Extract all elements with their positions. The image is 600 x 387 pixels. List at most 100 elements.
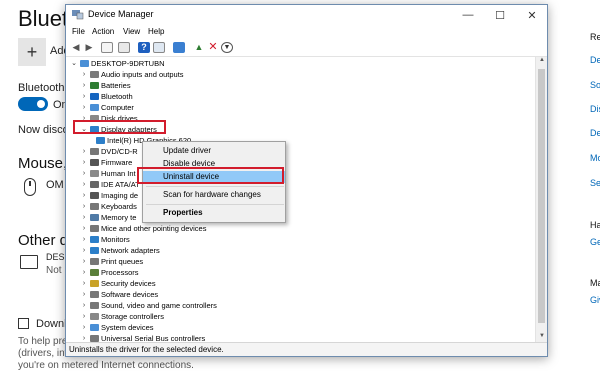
tree-item-label: Keyboards: [101, 202, 137, 211]
menu-item-scan-hardware[interactable]: Scan for hardware changes: [143, 189, 285, 201]
download-metered-checkbox[interactable]: [18, 318, 29, 329]
display-icon: [96, 137, 105, 144]
chevron-right-icon[interactable]: ›: [80, 157, 88, 168]
help-text-line-3: you're on metered Internet connections.: [18, 360, 194, 371]
chevron-right-icon[interactable]: ›: [80, 322, 88, 333]
help-icon[interactable]: ?: [138, 42, 150, 53]
chevron-right-icon[interactable]: ›: [80, 300, 88, 311]
chevron-right-icon[interactable]: ›: [80, 223, 88, 234]
get-help-link[interactable]: Ge: [590, 237, 600, 247]
chevron-right-icon[interactable]: ›: [80, 102, 88, 113]
storage-icon: [90, 313, 99, 320]
other-device-status: Not: [46, 265, 62, 276]
tree-item-label: Imaging de: [101, 191, 139, 200]
chevron-right-icon[interactable]: ›: [80, 289, 88, 300]
status-bar: Uninstalls the driver for the selected d…: [66, 342, 547, 356]
related-link-4[interactable]: De: [590, 128, 600, 138]
chevron-right-icon[interactable]: ›: [80, 190, 88, 201]
menu-item-properties[interactable]: Properties: [143, 207, 285, 219]
computer-icon: [90, 104, 99, 111]
chevron-right-icon[interactable]: ›: [80, 201, 88, 212]
scroll-up-arrow-icon[interactable]: ▲: [536, 57, 548, 67]
bluetooth-icon: [90, 93, 99, 100]
chevron-right-icon[interactable]: ›: [80, 146, 88, 157]
update-driver-icon[interactable]: [153, 42, 165, 53]
system-icon: [90, 324, 99, 331]
menu-help[interactable]: Help: [148, 27, 164, 36]
tree-item-label: Print queues: [101, 257, 144, 266]
sound-icon: [90, 302, 99, 309]
scroll-thumb[interactable]: [538, 69, 545, 323]
mouse-icon: [24, 178, 36, 196]
chevron-right-icon[interactable]: ›: [80, 91, 88, 102]
related-link-3[interactable]: Dis: [590, 104, 600, 114]
show-hidden-icon[interactable]: [118, 42, 130, 53]
tree-item-label: Processors: [101, 268, 139, 277]
other-device-name: DESI: [46, 252, 68, 262]
printer-icon: [90, 258, 99, 265]
close-button[interactable]: ✕: [516, 5, 548, 25]
chevron-right-icon[interactable]: ›: [80, 69, 88, 80]
maximize-button[interactable]: ☐: [484, 5, 516, 25]
chevron-right-icon[interactable]: ›: [80, 212, 88, 223]
tree-item-label: Computer: [101, 103, 134, 112]
related-link-5[interactable]: Mo: [590, 153, 600, 163]
processor-icon: [90, 269, 99, 276]
chevron-right-icon[interactable]: ›: [80, 80, 88, 91]
help-heading: Ha: [590, 220, 600, 230]
make-better-heading: Ma: [590, 278, 600, 288]
chevron-right-icon[interactable]: ›: [80, 234, 88, 245]
menu-view[interactable]: View: [123, 27, 140, 36]
add-device-button[interactable]: +: [18, 38, 46, 66]
properties-icon[interactable]: [101, 42, 113, 53]
forward-arrow-icon[interactable]: ▶: [83, 42, 95, 53]
network-icon: [90, 247, 99, 254]
toolbar: ◀ ▶ ? ▲ ✕ ▼: [66, 39, 547, 57]
security-icon: [90, 280, 99, 287]
chevron-right-icon[interactable]: ›: [80, 256, 88, 267]
bluetooth-toggle[interactable]: [18, 97, 48, 111]
device-tree[interactable]: ⌄ DESKTOP-9DRTUBN › Audio inputs and outp…: [66, 57, 536, 343]
menu-item-update-driver[interactable]: Update driver: [143, 145, 285, 157]
feedback-link[interactable]: Giv: [590, 295, 600, 305]
tree-item-label: Firmware: [101, 158, 133, 167]
related-settings-heading: Re: [590, 32, 600, 42]
tree-item-label: Mice and other pointing devices: [101, 224, 207, 233]
back-arrow-icon[interactable]: ◀: [70, 42, 82, 53]
uninstall-x-icon[interactable]: ✕: [207, 42, 219, 53]
menu-action[interactable]: Action: [92, 27, 114, 36]
chevron-right-icon[interactable]: ›: [80, 311, 88, 322]
chevron-right-icon[interactable]: ›: [80, 168, 88, 179]
uninstall-highlight: [137, 167, 284, 184]
tree-item-label: Storage controllers: [101, 312, 164, 321]
related-link-2[interactable]: So: [590, 80, 600, 90]
tree-item-label: IDE ATA/AT: [101, 180, 140, 189]
vertical-scrollbar[interactable]: ▲ ▼: [535, 57, 547, 343]
dvd-icon: [90, 148, 99, 155]
monitor-icon: [90, 236, 99, 243]
battery-icon: [90, 82, 99, 89]
enable-device-icon[interactable]: ▲: [193, 42, 205, 53]
chevron-right-icon[interactable]: ›: [80, 267, 88, 278]
minimize-button[interactable]: —: [452, 5, 484, 25]
software-icon: [90, 291, 99, 298]
tree-item-label: Human Int: [101, 169, 136, 178]
device-manager-icon: [72, 10, 84, 20]
tree-item-label: Sound, video and game controllers: [101, 301, 217, 310]
chevron-right-icon[interactable]: ›: [80, 278, 88, 289]
related-link-6[interactable]: Se: [590, 178, 600, 188]
menu-file[interactable]: File: [72, 27, 85, 36]
tree-item-label: Network adapters: [101, 246, 160, 255]
menu-separator: [146, 204, 284, 205]
related-link-1[interactable]: De: [590, 55, 600, 65]
chevron-right-icon[interactable]: ›: [80, 179, 88, 190]
chevron-down-icon[interactable]: ⌄: [70, 58, 78, 69]
tree-item-label: Audio inputs and outputs: [101, 70, 184, 79]
display-monitor-icon[interactable]: [173, 42, 185, 53]
chevron-right-icon[interactable]: ›: [80, 245, 88, 256]
display-adapters-highlight: [73, 120, 166, 134]
title-bar[interactable]: Device Manager — ☐ ✕: [66, 5, 547, 25]
menu-separator: [146, 186, 284, 187]
mouse-icon: [90, 225, 99, 232]
download-icon[interactable]: ▼: [221, 42, 233, 53]
